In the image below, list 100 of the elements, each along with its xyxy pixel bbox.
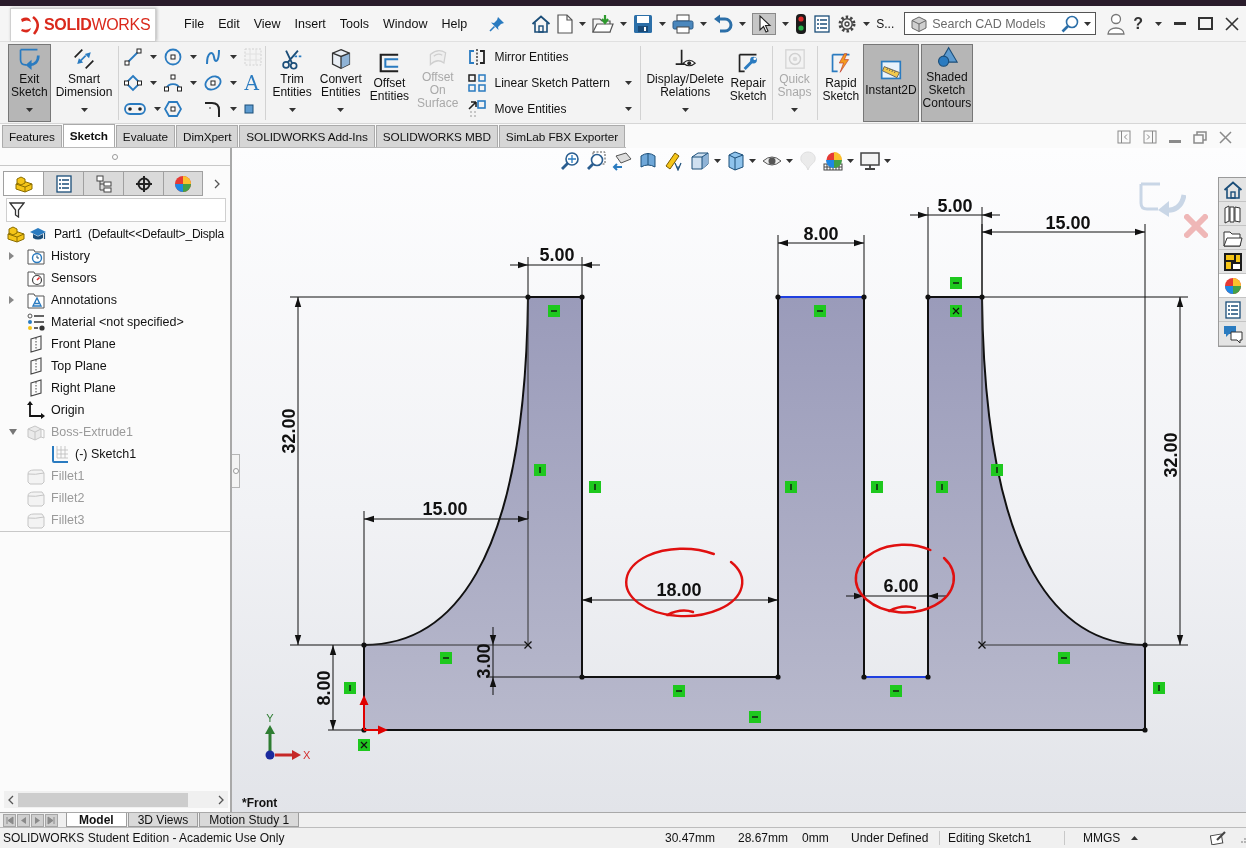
search-icon[interactable] bbox=[1061, 14, 1080, 33]
hexagon-icon[interactable] bbox=[164, 99, 183, 118]
tree-item[interactable]: Origin bbox=[51, 403, 85, 417]
command-tab[interactable]: DimXpert bbox=[175, 125, 239, 147]
sheet-arrow-icon[interactable] bbox=[612, 151, 632, 171]
scrollbar-thumb[interactable] bbox=[18, 792, 188, 807]
spline-icon[interactable] bbox=[204, 47, 223, 66]
tree-item[interactable]: Sensors bbox=[51, 271, 97, 285]
command-tab[interactable]: Features bbox=[2, 125, 62, 147]
ribbon-button[interactable]: Exit Sketch bbox=[8, 43, 51, 122]
scene-ball-icon[interactable] bbox=[823, 151, 843, 171]
units-selector[interactable]: MMGS bbox=[1065, 831, 1131, 845]
caret-icon[interactable] bbox=[659, 21, 667, 26]
tree-item[interactable]: History bbox=[51, 249, 90, 263]
user-icon[interactable] bbox=[1107, 12, 1126, 35]
collapsed-arrow-icon[interactable] bbox=[9, 296, 14, 304]
ellipse-icon[interactable] bbox=[204, 73, 223, 92]
arrow-right-icon[interactable] bbox=[31, 813, 44, 827]
model-tab[interactable]: Motion Study 1 bbox=[199, 813, 300, 827]
menu-item[interactable]: View bbox=[246, 13, 288, 34]
ribbon-button[interactable]: Convert Entities bbox=[316, 43, 365, 122]
caret-icon[interactable] bbox=[190, 54, 198, 59]
monitor-icon[interactable] bbox=[860, 152, 880, 170]
toolbar-overflow-label[interactable]: S... bbox=[876, 16, 895, 31]
list-document-icon[interactable] bbox=[813, 14, 832, 33]
menu-item[interactable]: Window bbox=[376, 13, 435, 34]
caret-icon[interactable] bbox=[863, 21, 871, 26]
caret-icon[interactable] bbox=[681, 107, 689, 112]
task-pane-tab[interactable] bbox=[1219, 250, 1246, 274]
chevron-right-icon[interactable] bbox=[218, 794, 224, 805]
arc-icon[interactable] bbox=[164, 73, 183, 92]
caret-icon[interactable] bbox=[884, 159, 891, 163]
caret-icon[interactable] bbox=[749, 159, 756, 163]
close-icon[interactable] bbox=[1225, 16, 1239, 31]
command-tab[interactable]: SOLIDWORKS MBD bbox=[375, 125, 498, 147]
panel-right-icon[interactable] bbox=[1143, 130, 1157, 144]
caret-icon[interactable] bbox=[154, 106, 162, 111]
caret-icon[interactable] bbox=[190, 80, 198, 85]
ribbon-button[interactable]: Mirror Entities bbox=[465, 43, 638, 70]
pin-icon[interactable] bbox=[489, 15, 506, 32]
ribbon-button[interactable]: Repair Sketch bbox=[727, 43, 769, 122]
panel-handle[interactable] bbox=[232, 454, 240, 488]
slot-icon[interactable] bbox=[124, 102, 147, 115]
caret-icon[interactable] bbox=[625, 80, 633, 85]
caret-icon[interactable] bbox=[288, 107, 296, 112]
curved-panel-icon[interactable] bbox=[638, 151, 658, 171]
model-tab[interactable]: 3D Views bbox=[127, 813, 199, 827]
ribbon-button[interactable]: Instant2D bbox=[863, 43, 919, 122]
pencil-icon[interactable] bbox=[664, 151, 684, 171]
skip-left-icon[interactable] bbox=[3, 813, 16, 827]
folder-arrow-icon[interactable] bbox=[592, 13, 615, 34]
command-tab[interactable]: Evaluate bbox=[115, 125, 175, 147]
menu-item[interactable]: Tools bbox=[332, 13, 377, 34]
caret-icon[interactable] bbox=[337, 107, 345, 112]
panel-left-icon[interactable] bbox=[1117, 130, 1131, 144]
ribbon-button[interactable]: Display/Delete Relations bbox=[644, 43, 726, 122]
task-pane-tab[interactable] bbox=[1219, 178, 1246, 202]
text-tool-glyph[interactable]: A bbox=[244, 72, 259, 93]
pencil-paper-icon[interactable] bbox=[1210, 831, 1226, 845]
caret-icon[interactable] bbox=[150, 80, 158, 85]
square-point-icon[interactable] bbox=[244, 103, 255, 114]
help-button[interactable]: ? bbox=[1125, 14, 1143, 33]
menu-item[interactable]: Help bbox=[434, 13, 475, 34]
menu-item[interactable]: Insert bbox=[287, 13, 333, 34]
ribbon-button[interactable]: Trim Entities bbox=[269, 43, 315, 122]
caret-icon[interactable] bbox=[1155, 21, 1162, 26]
caret-icon[interactable] bbox=[25, 107, 33, 112]
command-tab[interactable]: Sketch bbox=[62, 124, 115, 147]
circle-icon[interactable] bbox=[164, 47, 183, 66]
caret-icon[interactable] bbox=[80, 107, 88, 112]
caret-icon[interactable] bbox=[230, 106, 238, 111]
caret-icon[interactable] bbox=[620, 21, 628, 26]
caret-icon[interactable] bbox=[230, 80, 238, 85]
tree-item[interactable]: Top Plane bbox=[51, 359, 107, 373]
horizontal-scrollbar[interactable] bbox=[4, 791, 228, 808]
caret-icon[interactable] bbox=[625, 106, 633, 111]
task-pane-tab[interactable] bbox=[1219, 202, 1246, 226]
skip-right-icon[interactable] bbox=[45, 813, 58, 827]
model-tab[interactable]: Model bbox=[66, 813, 127, 827]
minimize-icon[interactable] bbox=[1169, 139, 1181, 143]
caret-icon[interactable] bbox=[700, 21, 708, 26]
caret-icon[interactable] bbox=[1084, 21, 1092, 26]
ribbon-button[interactable]: Shaded Sketch Contours bbox=[920, 43, 974, 122]
caret-icon[interactable] bbox=[739, 21, 747, 26]
document-icon[interactable] bbox=[557, 13, 574, 34]
eye-icon[interactable] bbox=[762, 153, 782, 169]
rounded-corner-icon[interactable] bbox=[204, 99, 223, 118]
ribbon-button[interactable]: Rapid Sketch bbox=[820, 43, 862, 122]
ribbon-button[interactable]: Offset Entities bbox=[366, 43, 413, 122]
filter-field[interactable] bbox=[6, 198, 226, 222]
restore-icon[interactable] bbox=[1193, 130, 1207, 144]
caret-up-icon[interactable] bbox=[1131, 836, 1138, 840]
arrow-left-icon[interactable] bbox=[17, 813, 30, 827]
caret-icon[interactable] bbox=[714, 159, 721, 163]
caret-icon[interactable] bbox=[579, 21, 587, 26]
caret-icon[interactable] bbox=[230, 54, 238, 59]
caret-icon[interactable] bbox=[782, 21, 790, 26]
caret-icon[interactable] bbox=[150, 54, 158, 59]
tree-item[interactable]: Right Plane bbox=[51, 381, 116, 395]
gear-icon[interactable] bbox=[837, 13, 858, 34]
